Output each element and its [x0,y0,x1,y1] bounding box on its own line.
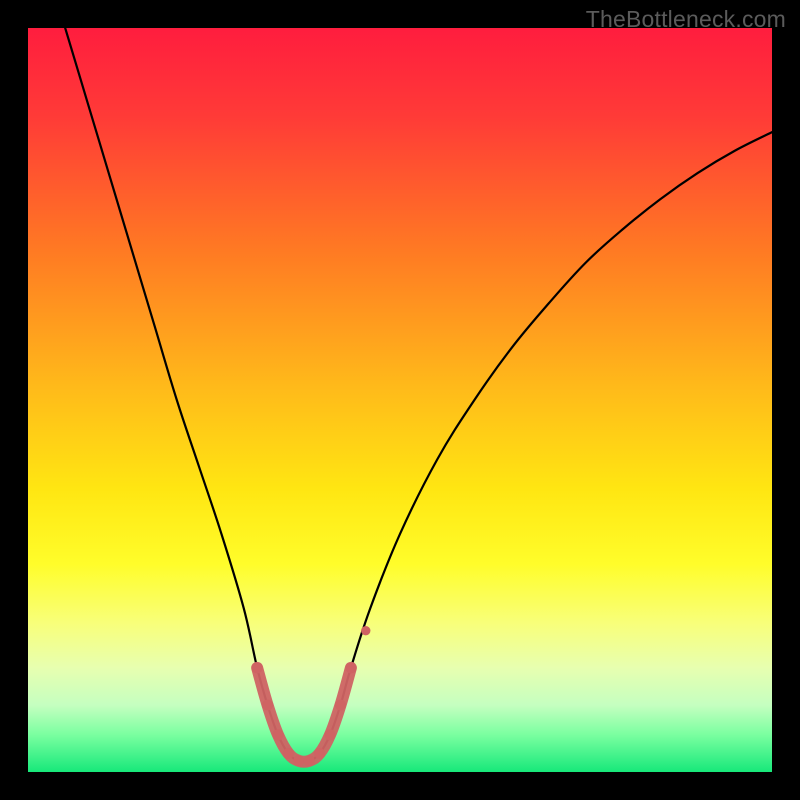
chart-frame: TheBottleneck.com [0,0,800,800]
highlight-dot [314,748,325,759]
watermark-text: TheBottleneck.com [586,6,786,33]
highlight-dot [262,700,273,711]
highlight-dot [304,755,315,766]
highlight-dot [252,662,263,673]
highlight-dot [283,748,294,759]
highlight-outlier-dot [361,626,370,635]
highlight-dot [272,729,283,740]
highlight-dot [293,755,304,766]
chart-svg [28,28,772,772]
highlight-dot [335,700,346,711]
gradient-background [28,28,772,772]
plot-area [28,28,772,772]
highlight-dot [325,729,336,740]
highlight-dot [345,662,356,673]
